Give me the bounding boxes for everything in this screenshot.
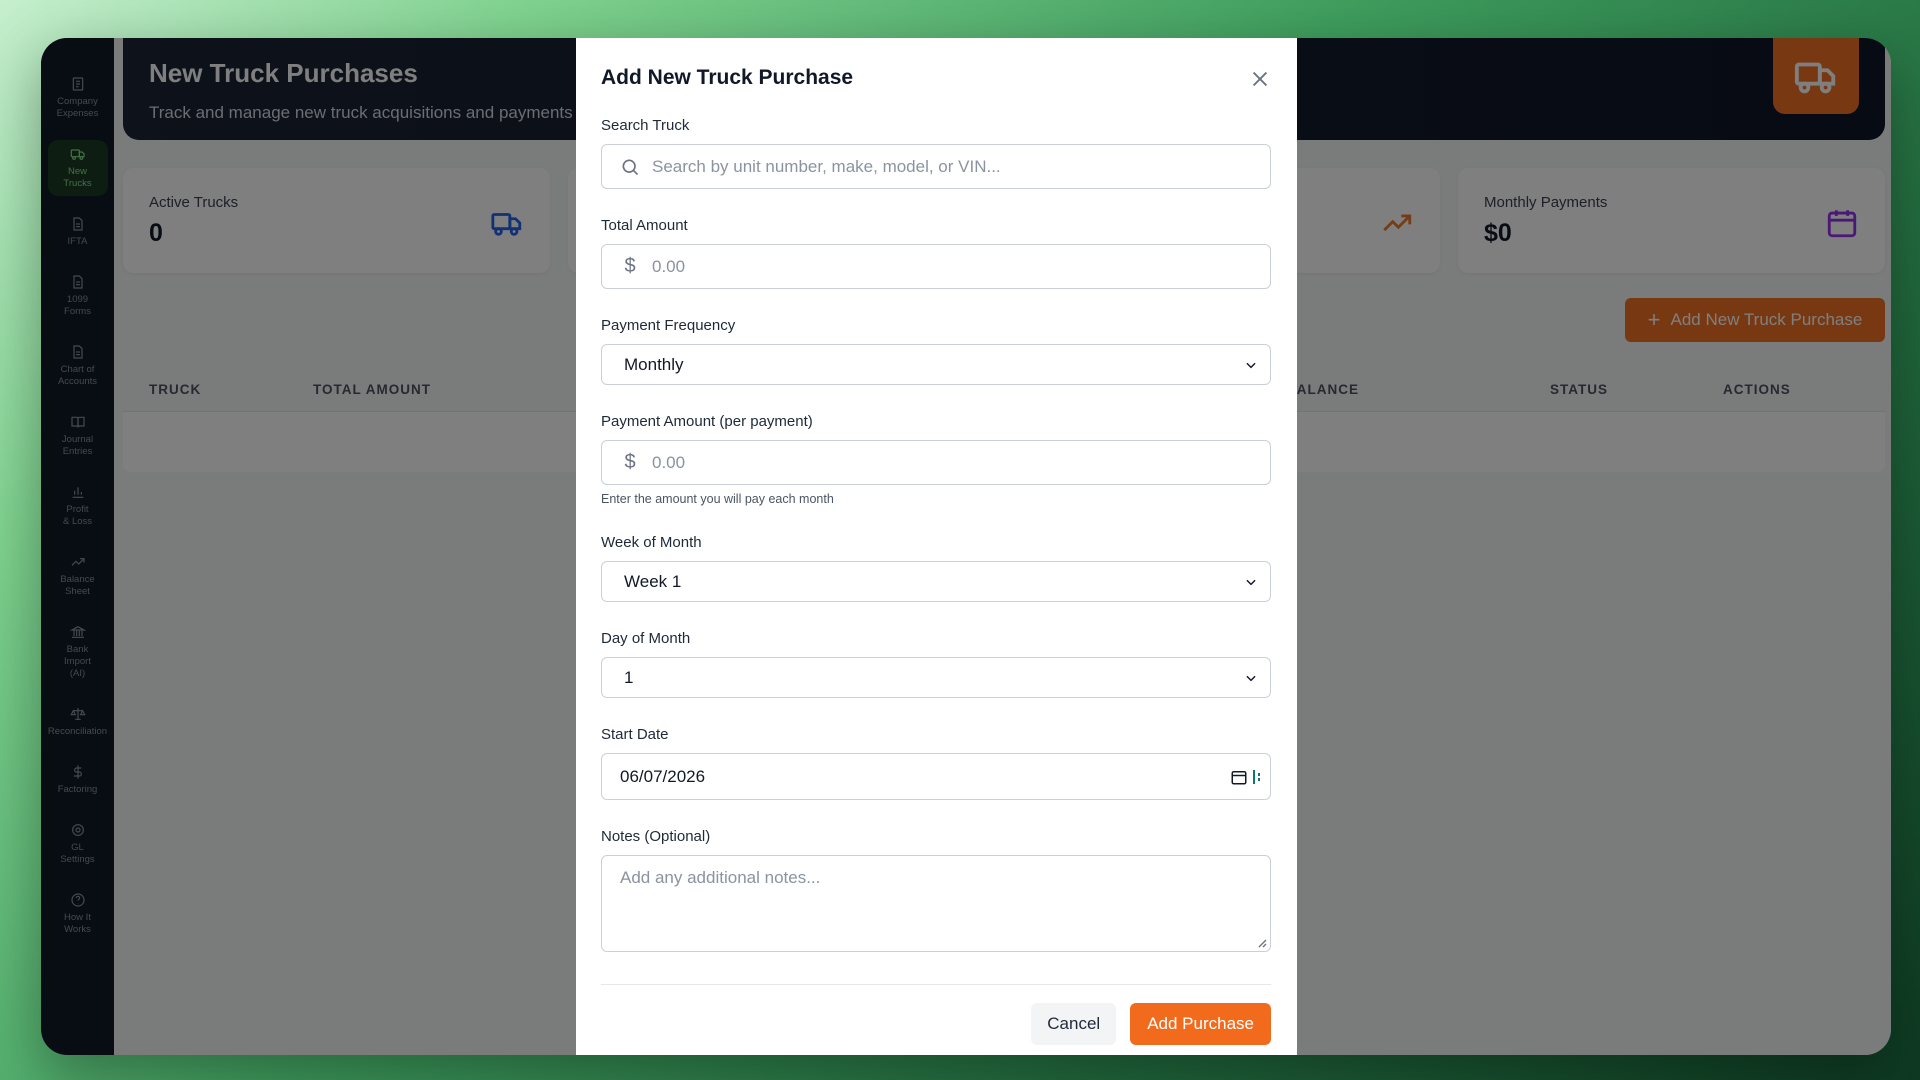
payment-amount-label: Payment Amount (per payment) xyxy=(601,413,813,430)
day-of-month-label: Day of Month xyxy=(601,630,691,647)
payment-frequency-label: Payment Frequency xyxy=(601,317,736,334)
modal-actions: Cancel Add Purchase xyxy=(601,1003,1271,1045)
week-of-month-value: Week 1 xyxy=(624,571,682,591)
total-amount-label: Total Amount xyxy=(601,217,688,234)
notes-field xyxy=(601,855,1271,952)
add-purchase-button[interactable]: Add Purchase xyxy=(1130,1003,1271,1045)
search-truck-field xyxy=(601,144,1271,189)
payment-amount-helper: Enter the amount you will pay each month xyxy=(601,492,834,506)
chevron-down-icon xyxy=(1246,675,1256,682)
resize-handle-icon[interactable] xyxy=(1257,938,1267,948)
start-date-value: 06/07/2026 xyxy=(620,766,706,786)
close-icon[interactable] xyxy=(1249,68,1271,90)
modal-divider xyxy=(601,984,1271,985)
payment-amount-input[interactable] xyxy=(652,452,1252,473)
grip-icon xyxy=(1253,770,1260,784)
modal-title: Add New Truck Purchase xyxy=(601,66,854,89)
notes-textarea[interactable] xyxy=(602,856,1270,951)
total-amount-field: $ xyxy=(601,244,1271,289)
dollar-icon: $ xyxy=(624,451,636,473)
search-truck-input[interactable] xyxy=(652,156,1252,177)
payment-amount-field: $ xyxy=(601,440,1271,485)
day-of-month-select[interactable]: 1 xyxy=(601,657,1271,698)
day-of-month-value: 1 xyxy=(624,667,634,687)
week-of-month-select[interactable]: Week 1 xyxy=(601,561,1271,602)
calendar-icon[interactable] xyxy=(1230,768,1248,786)
payment-frequency-select[interactable]: Monthly xyxy=(601,344,1271,385)
start-date-label: Start Date xyxy=(601,726,669,743)
cancel-button[interactable]: Cancel xyxy=(1031,1003,1117,1045)
payment-frequency-value: Monthly xyxy=(624,354,684,374)
week-of-month-label: Week of Month xyxy=(601,534,702,551)
total-amount-input[interactable] xyxy=(652,256,1252,277)
search-icon xyxy=(622,159,639,175)
dollar-icon: $ xyxy=(624,255,636,277)
notes-label: Notes (Optional) xyxy=(601,828,711,845)
chevron-down-icon xyxy=(1246,362,1256,369)
search-truck-label: Search Truck xyxy=(601,117,690,134)
start-date-input[interactable]: 06/07/2026 xyxy=(601,753,1271,800)
add-truck-purchase-modal: Add New Truck Purchase Search Truck Tota… xyxy=(576,38,1297,1055)
chevron-down-icon xyxy=(1246,579,1256,586)
